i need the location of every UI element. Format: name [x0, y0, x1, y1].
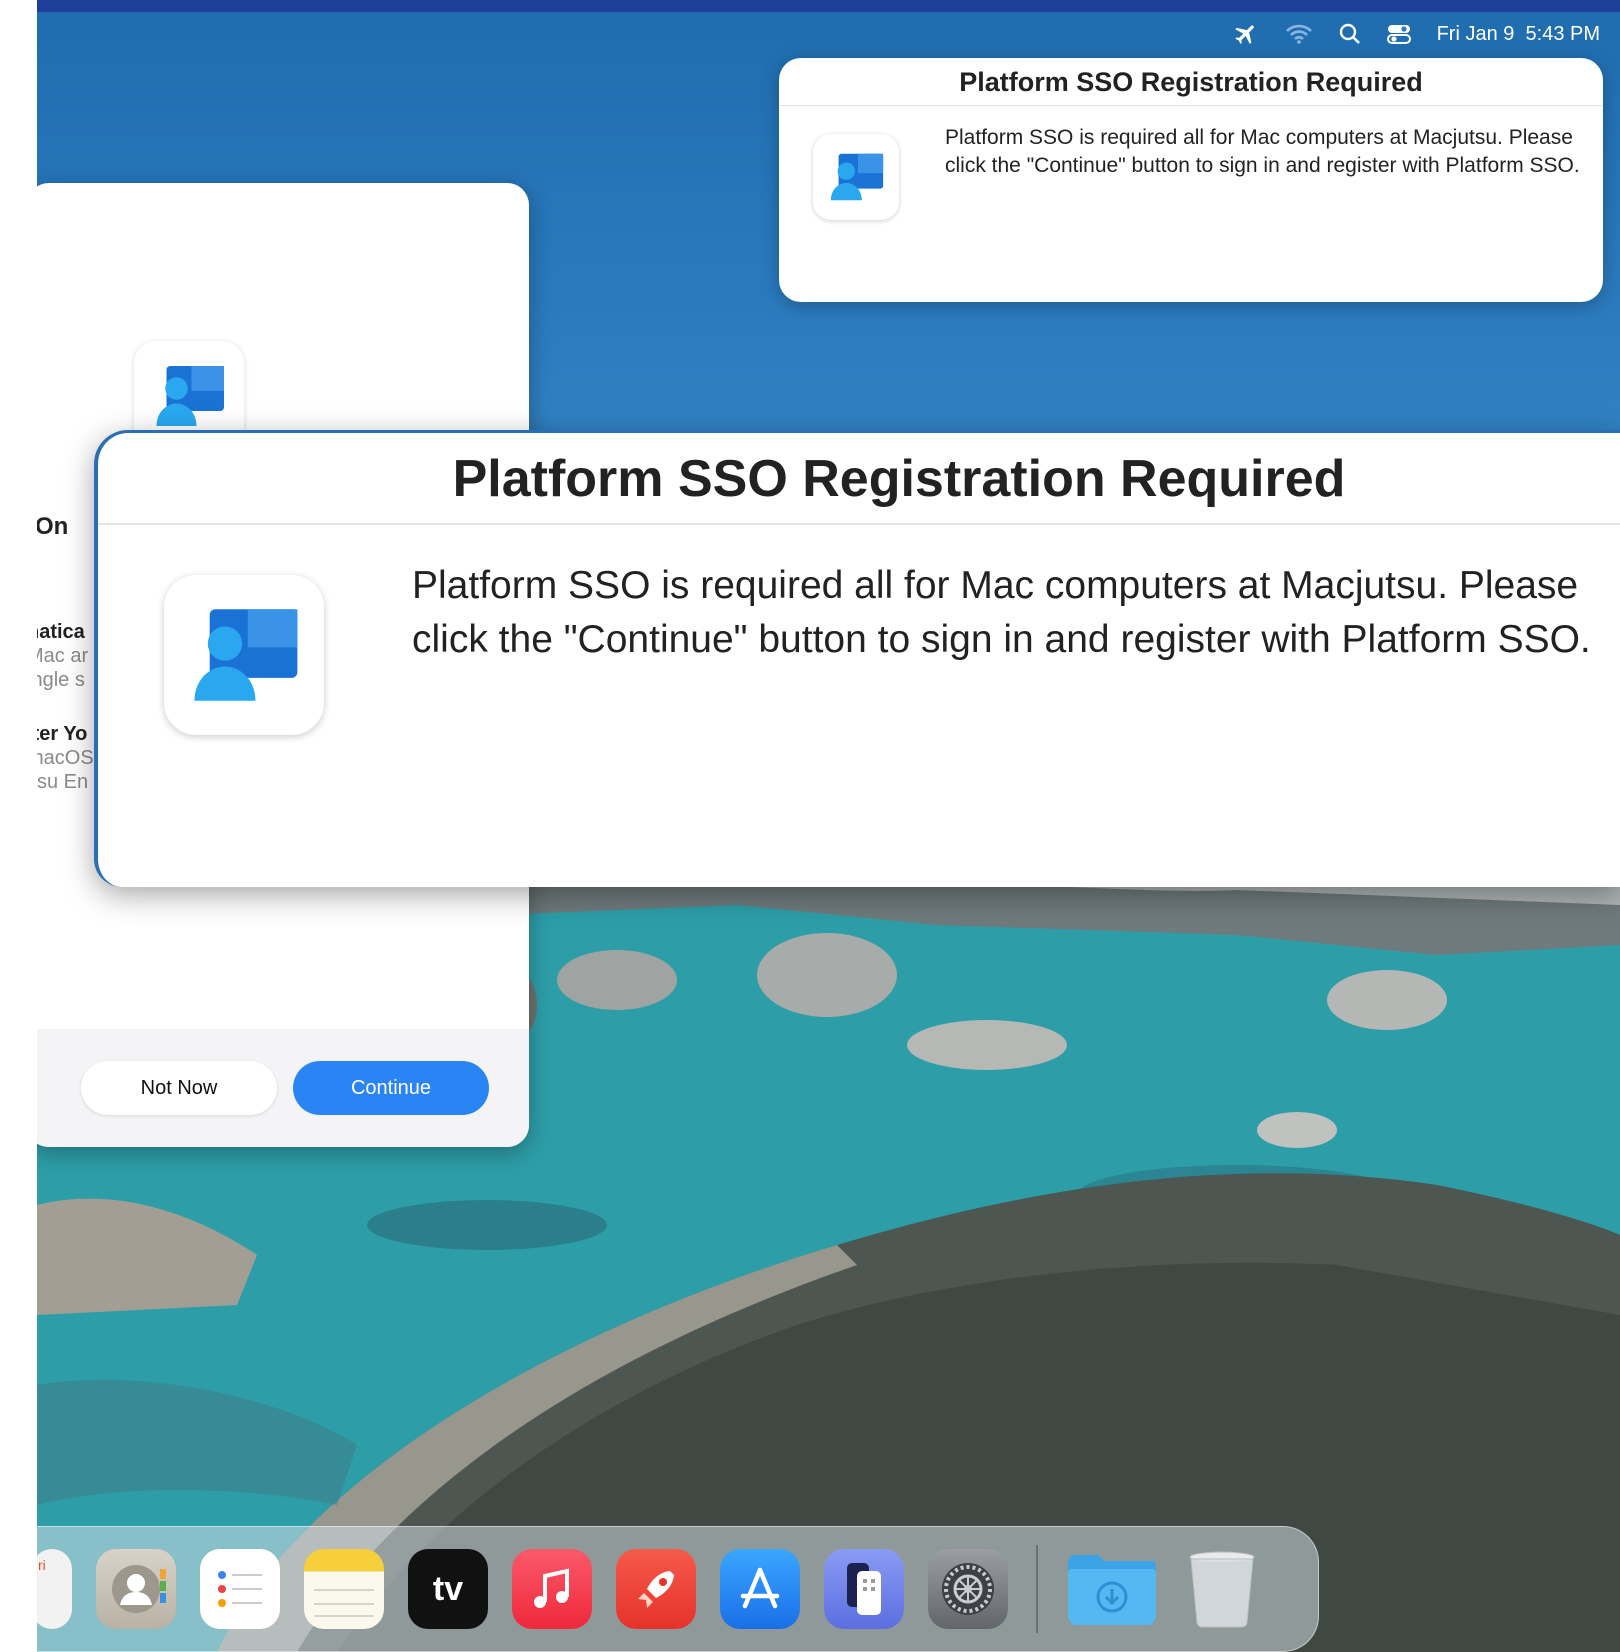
trash-icon[interactable] [1182, 1549, 1262, 1629]
notes-icon[interactable] [304, 1549, 384, 1629]
downloads-folder-icon[interactable] [1066, 1549, 1158, 1629]
control-center-icon[interactable] [1386, 23, 1411, 45]
dock-separator [1036, 1545, 1038, 1633]
zoomed-sso-dialog: Platform SSO Registration Required Platf… [94, 430, 1620, 887]
sso-notification[interactable]: Platform SSO Registration Required Platf… [779, 58, 1603, 302]
search-icon[interactable] [1339, 23, 1361, 45]
company-portal-icon [164, 575, 324, 735]
not-now-button[interactable]: Not Now [81, 1061, 277, 1115]
dialog-text-fragment: natica [37, 621, 85, 643]
menubar-time: 5:43 PM [1525, 22, 1600, 45]
menu-bar: Fri Jan 9 5:43 PM [1233, 18, 1600, 50]
dialog-heading-fragment: -On [37, 513, 69, 540]
notification-body: Platform SSO is required all for Mac com… [945, 126, 1580, 177]
apple-tv-icon[interactable]: tv [408, 1549, 488, 1629]
dialog-text-fragment: itsu En [37, 771, 89, 793]
dock: ri tv [37, 1526, 1319, 1652]
top-strip [37, 0, 1620, 12]
company-portal-icon [813, 134, 899, 220]
rocket-icon[interactable] [616, 1549, 696, 1629]
airplane-icon[interactable] [1233, 21, 1259, 47]
contacts-icon[interactable] [96, 1549, 176, 1629]
menubar-date: Fri Jan 9 [1436, 22, 1515, 45]
zoomed-dialog-title: Platform SSO Registration Required [98, 433, 1620, 525]
safari-fragment: ri [38, 1557, 46, 1573]
iphone-mirroring-icon[interactable] [824, 1549, 904, 1629]
notification-title: Platform SSO Registration Required [779, 58, 1603, 106]
menubar-datetime[interactable]: Fri Jan 9 5:43 PM [1437, 23, 1600, 46]
settings-gear-icon[interactable] [928, 1549, 1008, 1629]
reminders-icon[interactable] [200, 1549, 280, 1629]
dialog-button-bar: Not Now Continue [37, 1029, 529, 1147]
continue-button[interactable]: Continue [293, 1061, 489, 1115]
safari-icon[interactable]: ri [37, 1549, 72, 1629]
dialog-text-fragment: iter Yo [37, 723, 88, 745]
apple-tv-label: tv [432, 1569, 464, 1608]
dialog-text-fragment: macOS [37, 747, 94, 769]
dialog-text-fragment: Mac ar [37, 645, 89, 667]
wifi-icon[interactable] [1285, 23, 1313, 45]
music-icon[interactable] [512, 1549, 592, 1629]
app-store-icon[interactable] [720, 1549, 800, 1629]
dialog-text-fragment: ingle s [37, 669, 85, 691]
zoomed-dialog-body: Platform SSO is required all for Mac com… [412, 564, 1591, 661]
